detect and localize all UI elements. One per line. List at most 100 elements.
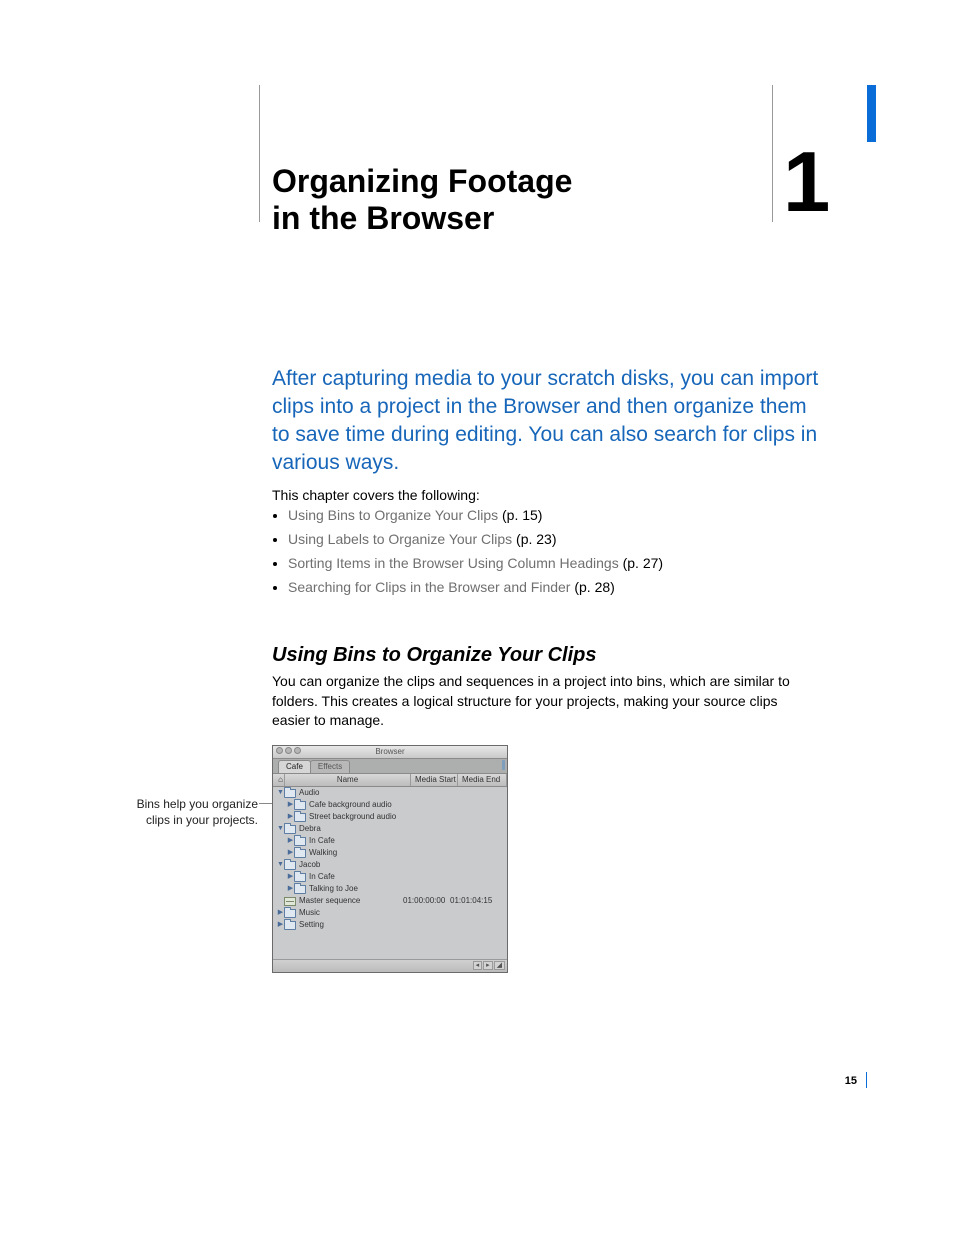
browser-tabs: Cafe Effects bbox=[273, 759, 507, 774]
disclosure-closed-icon[interactable]: ▶ bbox=[277, 919, 284, 931]
disclosure-closed-icon[interactable]: ▶ bbox=[287, 871, 294, 883]
bin-icon bbox=[284, 909, 296, 918]
col-header-name[interactable]: Name bbox=[285, 774, 411, 786]
row-name-cell: ▶ Setting bbox=[273, 919, 403, 931]
chapter-lead: After capturing media to your scratch di… bbox=[272, 365, 819, 477]
browser-row[interactable]: Master sequence01:00:00:0001:01:04:15 bbox=[273, 895, 507, 907]
covers-label: This chapter covers the following: bbox=[272, 487, 480, 503]
toc-page: (p. 27) bbox=[623, 555, 663, 571]
toc-item: Searching for Clips in the Browser and F… bbox=[288, 575, 663, 599]
window-controls bbox=[276, 747, 301, 754]
bin-icon bbox=[294, 885, 306, 894]
row-name-cell: ▶ Walking bbox=[273, 847, 413, 859]
row-name-cell: ▼ Jacob bbox=[273, 859, 403, 871]
bin-icon bbox=[294, 813, 306, 822]
bin-icon bbox=[284, 825, 296, 834]
chapter-number: 1 bbox=[783, 140, 830, 225]
row-name: Setting bbox=[299, 919, 324, 931]
browser-row[interactable]: ▶ In Cafe bbox=[273, 835, 507, 847]
row-name-cell: ▶ Street background audio bbox=[273, 811, 413, 823]
toc-item: Using Bins to Organize Your Clips (p. 15… bbox=[288, 503, 663, 527]
disclosure-closed-icon[interactable]: ▶ bbox=[287, 811, 294, 823]
col-header-media-start[interactable]: Media Start bbox=[411, 774, 458, 786]
bin-icon bbox=[294, 837, 306, 846]
row-name: Master sequence bbox=[299, 895, 360, 907]
browser-row[interactable]: ▶ Talking to Joe bbox=[273, 883, 507, 895]
browser-column-headers: ⌂ Name Media Start Media End bbox=[273, 774, 507, 787]
section-body: You can organize the clips and sequences… bbox=[272, 672, 817, 731]
chapter-color-tab bbox=[867, 85, 876, 142]
chapter-title-line2: in the Browser bbox=[272, 200, 494, 236]
page-number: 15 bbox=[845, 1075, 857, 1087]
toc-page: (p. 23) bbox=[516, 531, 556, 547]
row-media-end: 01:01:04:15 bbox=[450, 895, 507, 907]
disclosure-closed-icon[interactable]: ▶ bbox=[277, 907, 284, 919]
toc-link[interactable]: Searching for Clips in the Browser and F… bbox=[288, 579, 570, 595]
browser-row[interactable]: ▶ Walking bbox=[273, 847, 507, 859]
chapter-title-line1: Organizing Footage bbox=[272, 163, 572, 199]
tab-cafe[interactable]: Cafe bbox=[278, 760, 311, 773]
disclosure-open-icon[interactable]: ▼ bbox=[277, 859, 284, 871]
browser-row[interactable]: ▼ Debra bbox=[273, 823, 507, 835]
browser-window-title: Browser bbox=[375, 747, 404, 756]
row-name-cell: Master sequence bbox=[273, 895, 403, 907]
reel-icon-header[interactable]: ⌂ bbox=[273, 774, 285, 786]
disclosure-closed-icon[interactable]: ▶ bbox=[287, 835, 294, 847]
browser-row[interactable]: ▶ Setting bbox=[273, 919, 507, 931]
row-name: Walking bbox=[309, 847, 337, 859]
browser-empty-area bbox=[273, 931, 507, 959]
zoom-icon[interactable] bbox=[294, 747, 301, 754]
toc-link[interactable]: Sorting Items in the Browser Using Colum… bbox=[288, 555, 619, 571]
bin-icon bbox=[284, 921, 296, 930]
disclosure-open-icon[interactable]: ▼ bbox=[277, 787, 284, 799]
row-name-cell: ▶In Cafe bbox=[273, 871, 413, 883]
row-name: Jacob bbox=[299, 859, 320, 871]
toc-link[interactable]: Using Bins to Organize Your Clips bbox=[288, 507, 498, 523]
row-name-cell: ▶ Talking to Joe bbox=[273, 883, 413, 895]
section-heading: Using Bins to Organize Your Clips bbox=[272, 644, 596, 667]
toc-page: (p. 15) bbox=[502, 507, 542, 523]
figure-callout: Bins help you organize clips in your pro… bbox=[128, 797, 258, 828]
row-name-cell: ▶ Cafe background audio bbox=[273, 799, 413, 811]
scroll-indicator-icon bbox=[502, 760, 505, 770]
bin-icon bbox=[294, 849, 306, 858]
minimize-icon[interactable] bbox=[285, 747, 292, 754]
col-header-media-end[interactable]: Media End bbox=[458, 774, 507, 786]
scroll-left-icon[interactable]: ◂ bbox=[473, 961, 483, 970]
browser-row[interactable]: ▶ Cafe background audio bbox=[273, 799, 507, 811]
resize-grip-icon[interactable]: ◢ bbox=[494, 961, 505, 970]
row-name: Music bbox=[299, 907, 320, 919]
disclosure-closed-icon[interactable]: ▶ bbox=[287, 883, 294, 895]
scroll-right-icon[interactable]: ▸ bbox=[483, 961, 493, 970]
browser-row[interactable]: ▼ Jacob bbox=[273, 859, 507, 871]
disclosure-closed-icon[interactable]: ▶ bbox=[287, 847, 294, 859]
browser-row[interactable]: ▶ Music bbox=[273, 907, 507, 919]
browser-body: ▼ Audio ▶ Cafe background audio ▶ Street back… bbox=[273, 787, 507, 931]
row-name: Street background audio bbox=[309, 811, 396, 823]
browser-window: Browser Cafe Effects ⌂ Name Media Start … bbox=[272, 745, 508, 973]
disclosure-open-icon[interactable]: ▼ bbox=[277, 823, 284, 835]
toc-item: Sorting Items in the Browser Using Colum… bbox=[288, 551, 663, 575]
title-rule-right bbox=[772, 85, 773, 222]
chapter-toc: Using Bins to Organize Your Clips (p. 15… bbox=[272, 503, 663, 599]
sequence-icon bbox=[284, 897, 296, 906]
bin-icon bbox=[294, 873, 306, 882]
toc-link[interactable]: Using Labels to Organize Your Clips bbox=[288, 531, 512, 547]
close-icon[interactable] bbox=[276, 747, 283, 754]
tab-effects[interactable]: Effects bbox=[310, 760, 350, 773]
chapter-title: Organizing Footage in the Browser bbox=[272, 163, 702, 237]
row-name: Debra bbox=[299, 823, 321, 835]
row-name: In Cafe bbox=[309, 835, 335, 847]
row-name: Audio bbox=[299, 787, 319, 799]
bin-icon bbox=[284, 861, 296, 870]
row-name: Cafe background audio bbox=[309, 799, 392, 811]
row-name-cell: ▼ Audio bbox=[273, 787, 403, 799]
disclosure-closed-icon[interactable]: ▶ bbox=[287, 799, 294, 811]
browser-row[interactable]: ▼ Audio bbox=[273, 787, 507, 799]
browser-row[interactable]: ▶In Cafe bbox=[273, 871, 507, 883]
browser-row[interactable]: ▶ Street background audio bbox=[273, 811, 507, 823]
toc-page: (p. 28) bbox=[574, 579, 614, 595]
row-name: Talking to Joe bbox=[309, 883, 358, 895]
browser-footer: ◂ ▸ ◢ bbox=[273, 959, 507, 972]
toc-item: Using Labels to Organize Your Clips (p. … bbox=[288, 527, 663, 551]
